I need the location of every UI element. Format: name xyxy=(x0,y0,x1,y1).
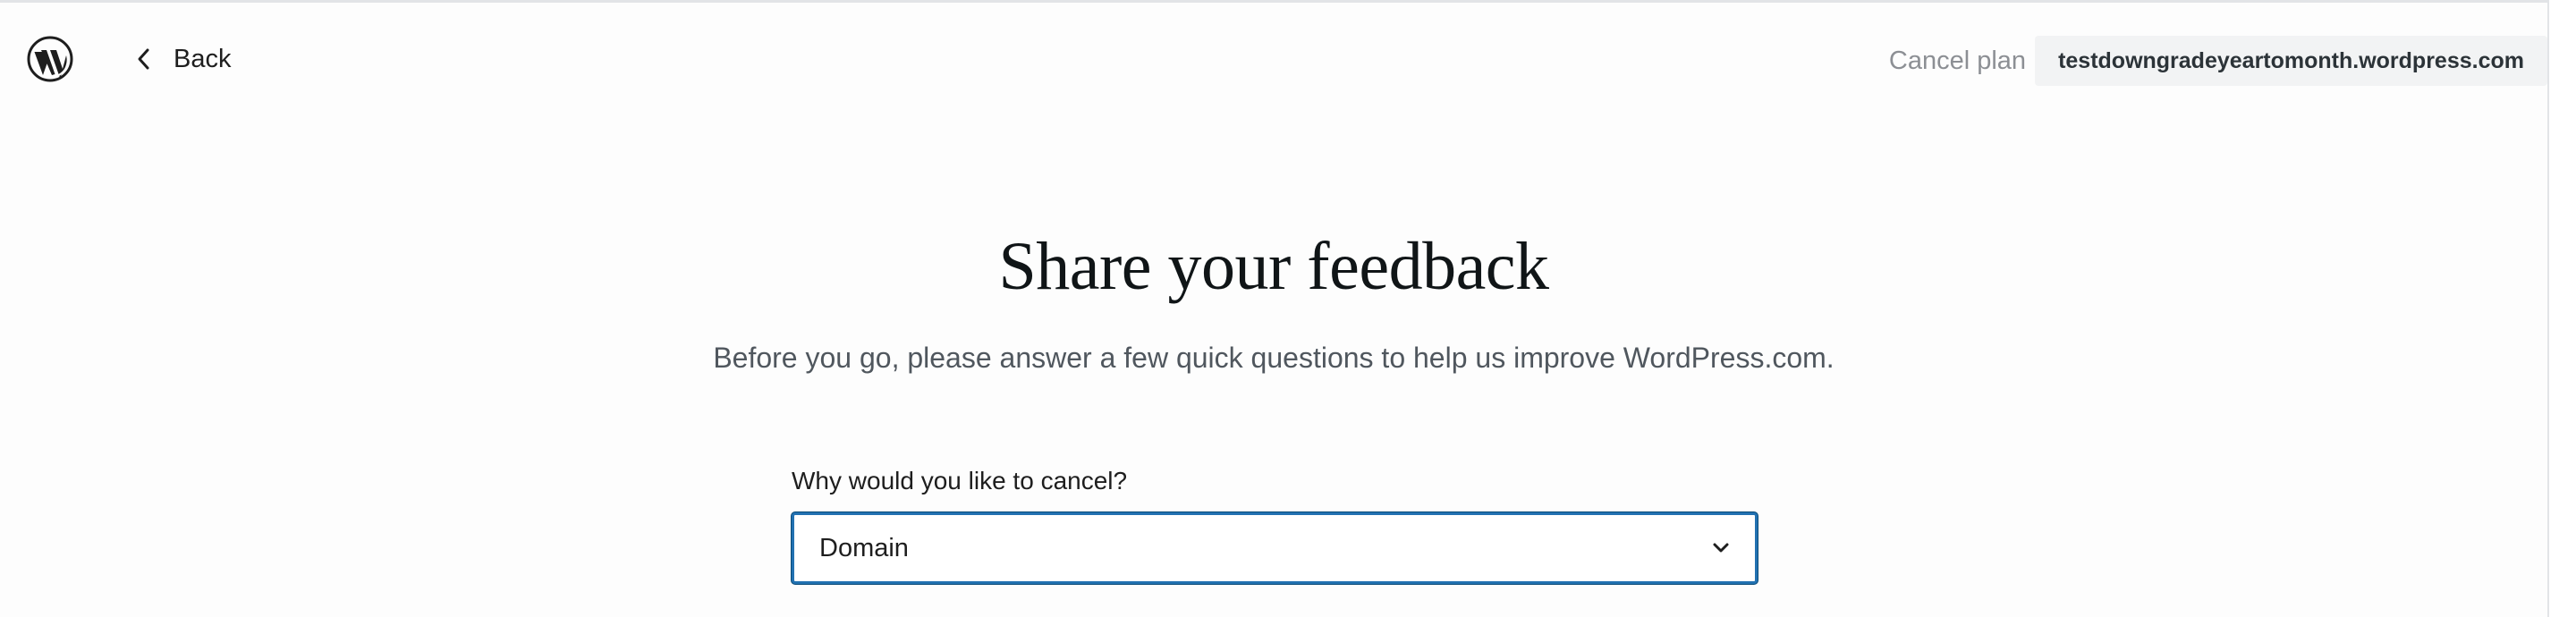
site-domain-badge: testdowngradeyeartomonth.wordpress.com xyxy=(2035,36,2547,86)
page-title: Share your feedback xyxy=(998,229,1549,304)
back-button[interactable]: Back xyxy=(134,39,231,79)
scrollbar[interactable] xyxy=(2547,0,2576,617)
chevron-down-icon xyxy=(1713,543,1729,553)
wordpress-logo-icon[interactable] xyxy=(27,36,73,82)
top-divider xyxy=(0,0,2547,3)
cancel-reason-value: Domain xyxy=(819,533,909,562)
cancel-reason-select[interactable]: Domain xyxy=(792,512,1758,584)
chevron-left-icon xyxy=(138,48,149,70)
back-label: Back xyxy=(174,44,232,73)
cancel-reason-label: Why would you like to cancel? xyxy=(792,467,1128,494)
breadcrumb-cancel-plan: Cancel plan xyxy=(1888,46,2027,75)
cancel-plan-page: Back Cancel plan testdowngradeyeartomont… xyxy=(0,0,2576,617)
page-subtitle: Before you go, please answer a few quick… xyxy=(713,342,1835,374)
topbar-right: Cancel plan testdowngradeyeartomonth.wor… xyxy=(1889,36,2547,86)
